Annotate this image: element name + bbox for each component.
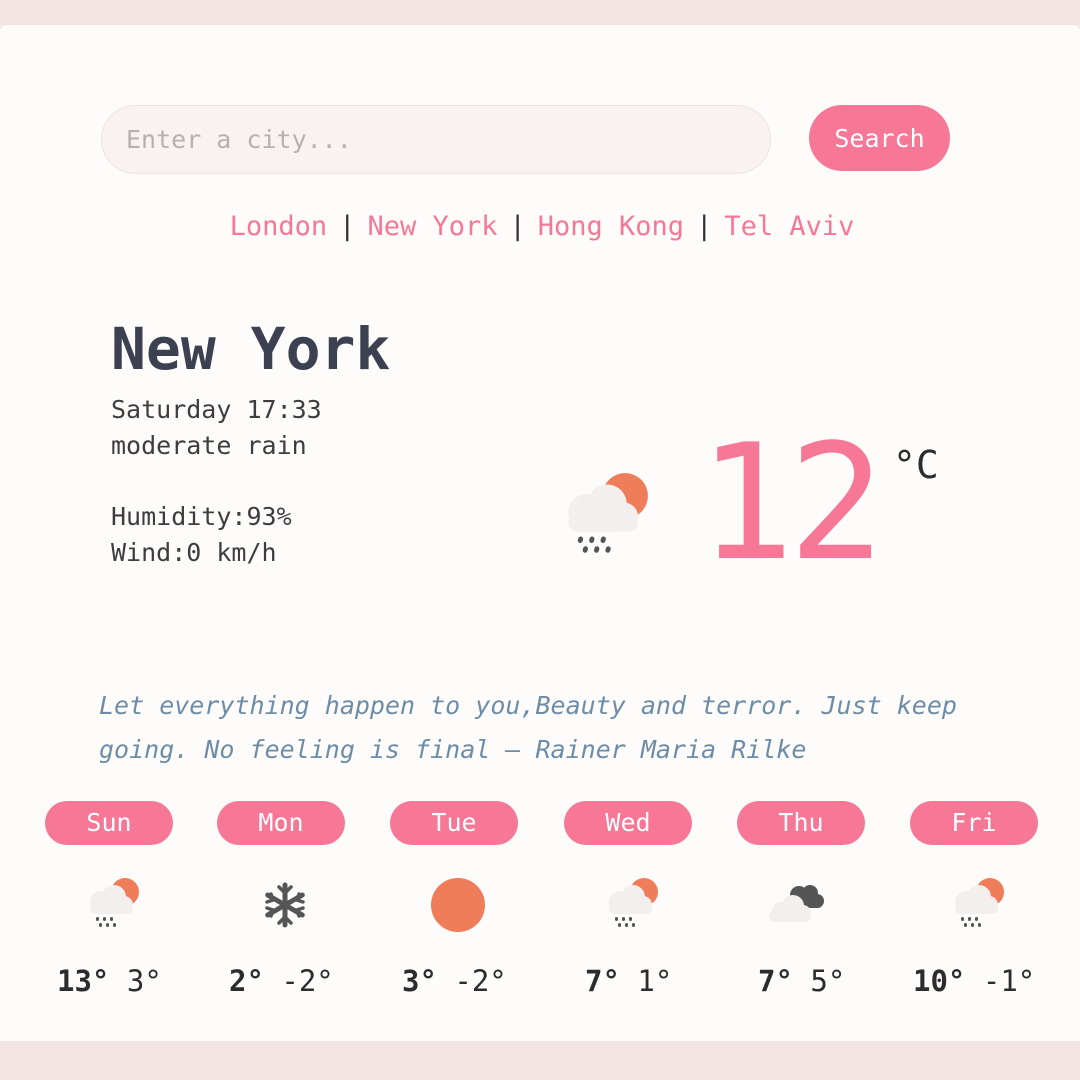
snowflake-icon: [253, 873, 317, 937]
current-temperature: 12: [698, 409, 885, 596]
wind: Wind:0 km/h: [111, 538, 277, 567]
forecast-row: Sun 13° 3° Mon 2° -2° Tue 3° -2° Wed 7° 1° Th…: [0, 801, 1080, 1021]
min-temp: 5°: [810, 964, 846, 998]
max-temp: 2°: [229, 964, 264, 998]
current-datetime: Saturday 17:33: [111, 395, 322, 424]
day-temperatures: 3° -2°: [402, 961, 507, 1001]
day-label: Fri: [910, 801, 1038, 845]
city-link-hong-kong[interactable]: Hong Kong: [538, 211, 684, 242]
day-temperatures: 10° -1°: [913, 961, 1035, 1001]
separator: |: [339, 211, 356, 242]
max-temp: 13°: [57, 964, 110, 998]
search-button[interactable]: Search: [809, 105, 950, 171]
day-label: Wed: [564, 801, 692, 845]
min-temp: -2°: [454, 964, 507, 998]
separator: |: [509, 211, 526, 242]
forecast-day: Sun 13° 3°: [45, 801, 225, 1011]
rain-sun-icon: [80, 873, 144, 937]
min-temp: -2°: [281, 964, 334, 998]
max-temp: 7°: [758, 964, 793, 998]
sun-icon: [426, 873, 490, 937]
city-name: New York: [111, 315, 391, 383]
rain-sun-icon: [945, 873, 1009, 937]
day-label: Thu: [737, 801, 865, 845]
day-label: Mon: [217, 801, 345, 845]
forecast-day: Thu 7° 5°: [737, 801, 917, 1011]
forecast-day: Wed 7° 1°: [564, 801, 744, 1011]
rain-sun-icon: [552, 465, 656, 569]
quote: Let everything happen to you,Beauty and …: [99, 691, 957, 764]
forecast-day: Mon 2° -2°: [217, 801, 397, 1011]
weather-description: moderate rain: [111, 431, 307, 460]
forecast-day: Tue 3° -2°: [390, 801, 570, 1011]
min-temp: 1°: [637, 964, 673, 998]
max-temp: 10°: [913, 964, 966, 998]
cloudy-icon: [763, 873, 827, 937]
temperature-unit: °C: [893, 443, 939, 487]
city-link-new-york[interactable]: New York: [367, 211, 497, 242]
separator: |: [696, 211, 713, 242]
search-input[interactable]: [101, 105, 771, 174]
day-temperatures: 2° -2°: [229, 961, 334, 1001]
city-link-london[interactable]: London: [230, 211, 328, 242]
min-temp: -1°: [982, 964, 1036, 998]
quick-city-links: London | New York | Hong Kong | Tel Aviv: [0, 207, 1080, 247]
day-label: Tue: [390, 801, 518, 845]
day-temperatures: 7° 5°: [758, 961, 845, 1001]
current-details: Saturday 17:33 moderate rain Humidity:93…: [111, 392, 322, 571]
max-temp: 7°: [585, 964, 620, 998]
rain-sun-icon: [599, 873, 663, 937]
max-temp: 3°: [402, 964, 437, 998]
forecast-day: Fri 10° -1°: [910, 801, 1080, 1011]
city-link-tel-aviv[interactable]: Tel Aviv: [724, 211, 854, 242]
humidity: Humidity:93%: [111, 502, 292, 531]
day-temperatures: 7° 1°: [585, 961, 672, 1001]
day-temperatures: 13° 3°: [57, 961, 162, 1001]
min-temp: 3°: [126, 964, 162, 998]
day-label: Sun: [45, 801, 173, 845]
